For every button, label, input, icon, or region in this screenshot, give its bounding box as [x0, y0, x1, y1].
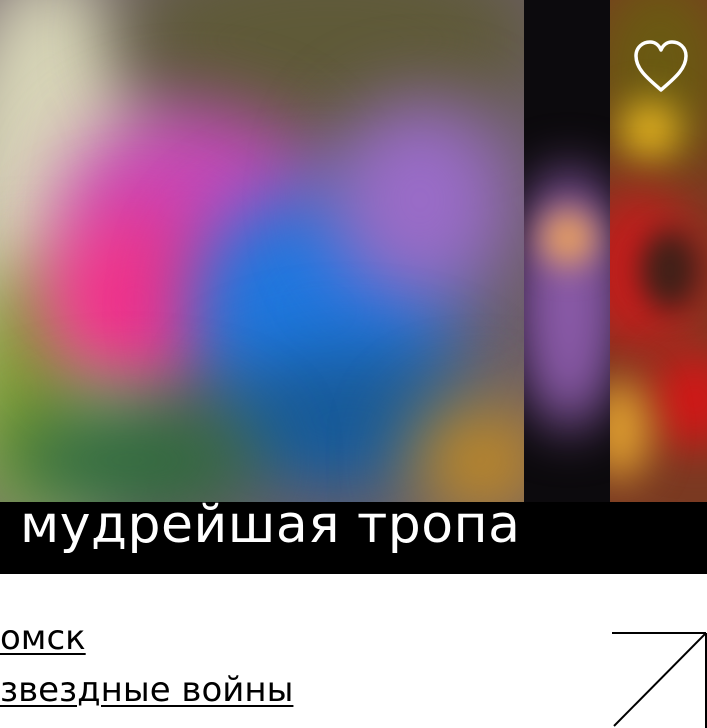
tag-link-omsk[interactable]: омск [0, 618, 293, 658]
title-bar: мудрейшая тропа [0, 502, 707, 574]
cover-image-middle-panel [524, 0, 610, 502]
cover-image[interactable] [0, 0, 707, 502]
post-title[interactable]: мудрейшая тропа [20, 502, 520, 556]
arrow-diagonal-icon[interactable] [612, 632, 707, 728]
tag-link-star-wars[interactable]: звездные войны [0, 670, 293, 710]
tag-list: омск звездные войны [0, 618, 293, 722]
cover-image-main-panel [0, 0, 524, 502]
heart-outline-icon[interactable] [632, 38, 690, 96]
post-card: мудрейшая тропа омск звездные войны [0, 0, 707, 728]
